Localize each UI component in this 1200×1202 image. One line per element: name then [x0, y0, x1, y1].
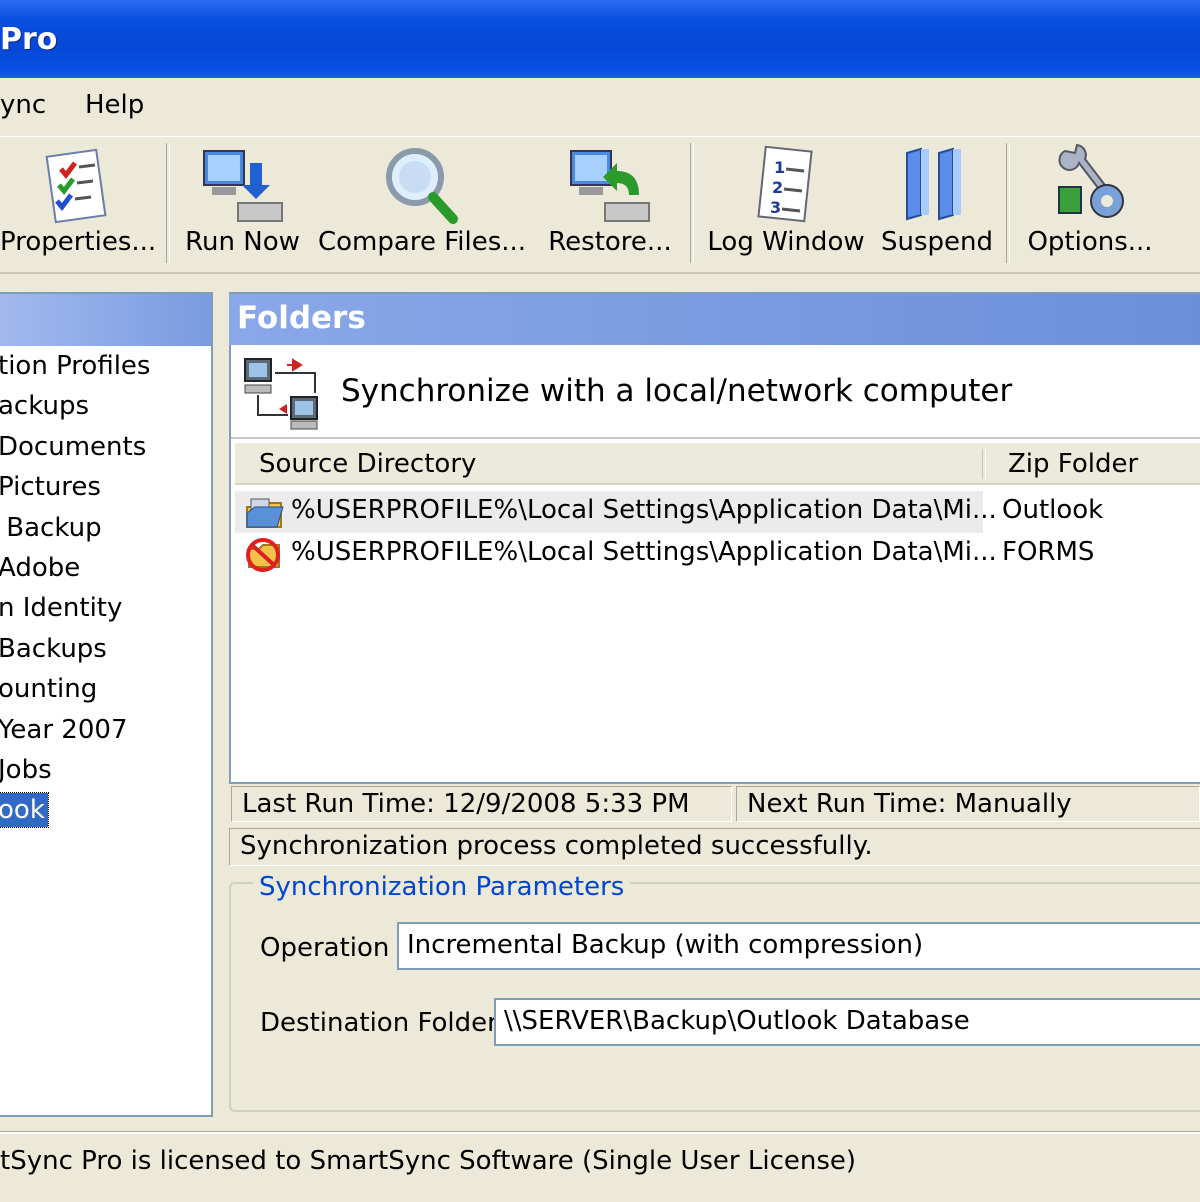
- options-label: Options...: [1027, 227, 1153, 257]
- computer-restore-icon: [570, 150, 650, 222]
- profile-item-selected[interactable]: ook: [0, 790, 211, 830]
- destination-folder-label: Destination Folder: [260, 1008, 498, 1038]
- divider: [231, 437, 1200, 439]
- options-button[interactable]: Options...: [1020, 137, 1160, 272]
- profiles-tree: tion Profiles ackups Documents Pictures …: [0, 346, 211, 831]
- profile-item[interactable]: Backups: [0, 629, 211, 669]
- compare-files-label: Compare Files...: [318, 227, 527, 257]
- profile-item[interactable]: ounting: [0, 669, 211, 709]
- log-window-label: Log Window: [707, 227, 865, 257]
- last-run-time: Last Run Time: 12/9/2008 5:33 PM: [231, 786, 732, 822]
- profile-item[interactable]: tion Profiles: [0, 346, 211, 386]
- restore-label: Restore...: [548, 227, 672, 257]
- folders-title: Folders: [237, 300, 366, 336]
- toolbar-separator: [690, 143, 694, 263]
- suspend-button[interactable]: Suspend: [878, 137, 996, 272]
- svg-text:1: 1: [774, 158, 785, 177]
- column-zip-folder[interactable]: Zip Folder: [1008, 449, 1138, 479]
- restore-button[interactable]: Restore...: [540, 137, 680, 272]
- destination-folder-field[interactable]: \\SERVER\Backup\Outlook Database: [494, 998, 1200, 1046]
- status-bar: tSync Pro is licensed to SmartSync Softw…: [0, 1132, 1200, 1202]
- profile-item[interactable]: Pictures: [0, 467, 211, 507]
- menu-help[interactable]: Help: [85, 90, 144, 120]
- zip-folder-cell: FORMS: [1002, 537, 1095, 567]
- title-bar: Pro: [0, 0, 1200, 78]
- folder-row[interactable]: %USERPROFILE%\Local Settings\Application…: [235, 491, 1200, 533]
- run-now-button[interactable]: Run Now: [180, 137, 305, 272]
- source-directory-cell: %USERPROFILE%\Local Settings\Application…: [291, 537, 997, 567]
- pause-icon: [906, 147, 961, 221]
- folders-header: Folders: [229, 292, 1200, 346]
- run-times: Last Run Time: 12/9/2008 5:33 PM Next Ru…: [229, 786, 1200, 824]
- folder-row[interactable]: %USERPROFILE%\Local Settings\Application…: [235, 533, 1200, 575]
- profiles-header: [0, 294, 211, 346]
- network-sync-icon: [244, 358, 318, 430]
- profile-item[interactable]: Year 2007: [0, 710, 211, 750]
- svg-text:3: 3: [770, 198, 781, 217]
- svg-text:2: 2: [772, 178, 783, 197]
- menu-bar: ync Help: [0, 78, 1200, 137]
- computer-download-icon: [202, 150, 283, 222]
- compare-files-button[interactable]: Compare Files...: [318, 137, 526, 272]
- profile-item[interactable]: Backup: [0, 508, 211, 548]
- properties-button[interactable]: Properties...: [0, 137, 157, 272]
- window-title: Pro: [0, 22, 58, 57]
- suspend-label: Suspend: [880, 227, 993, 257]
- toolbar: Properties... Run Now Compare Files... R…: [0, 137, 1200, 274]
- profile-item[interactable]: Adobe: [0, 548, 211, 588]
- source-directory-cell: %USERPROFILE%\Local Settings\Application…: [291, 495, 997, 525]
- license-text: tSync Pro is licensed to SmartSync Softw…: [0, 1146, 857, 1176]
- operation-field[interactable]: Incremental Backup (with compression): [397, 922, 1200, 970]
- sync-status-message: Synchronization process completed succes…: [229, 828, 1200, 866]
- sync-parameters-group: Synchronization Parameters Operation Inc…: [229, 872, 1200, 1112]
- toolbar-separator: [1006, 143, 1010, 263]
- profile-item[interactable]: Jobs: [0, 750, 211, 790]
- next-run-time: Next Run Time: Manually: [736, 786, 1200, 822]
- log-window-button[interactable]: 1 2 3 Log Window: [706, 137, 866, 272]
- sync-parameters-title: Synchronization Parameters: [253, 872, 631, 902]
- profiles-pane: tion Profiles ackups Documents Pictures …: [0, 292, 213, 1117]
- run-now-label: Run Now: [185, 227, 300, 257]
- folders-panel: Synchronize with a local/network compute…: [229, 345, 1200, 784]
- column-source-directory[interactable]: Source Directory: [259, 449, 476, 479]
- folder-sync-icon: [246, 498, 284, 528]
- profile-item[interactable]: n Identity: [0, 588, 211, 628]
- gears-wrench-icon: [1058, 143, 1124, 218]
- numbered-log-icon: 1 2 3: [757, 145, 813, 223]
- menu-sync[interactable]: ync: [0, 90, 46, 120]
- zip-folder-cell: Outlook: [1002, 495, 1104, 525]
- properties-label: Properties...: [0, 227, 157, 257]
- folder-excluded-icon: [246, 538, 280, 572]
- column-divider[interactable]: [982, 449, 986, 479]
- toolbar-separator: [166, 143, 170, 263]
- sync-type-title: Synchronize with a local/network compute…: [341, 373, 1013, 409]
- operation-label: Operation: [260, 933, 390, 963]
- details-pane: Folders Synchronize with a local/network…: [229, 292, 1200, 1118]
- checklist-icon: [45, 148, 107, 224]
- profile-item[interactable]: ackups: [0, 386, 211, 426]
- folder-list-header: Source Directory Zip Folder: [235, 443, 1200, 485]
- profile-item[interactable]: Documents: [0, 427, 211, 467]
- magnifier-icon: [386, 148, 458, 224]
